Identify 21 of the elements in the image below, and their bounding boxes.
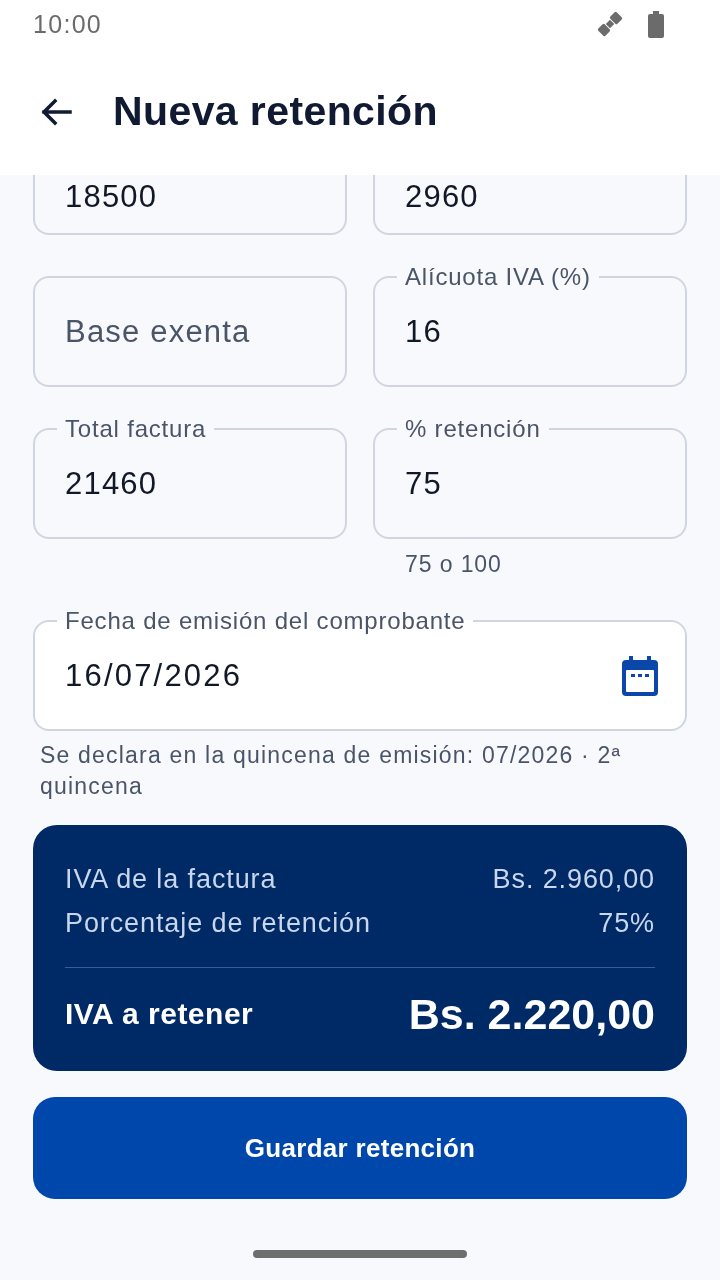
helper-text: Se declara en la quincena de emisión: 07/2026 · 2ª quincena bbox=[39, 741, 623, 801]
satellite-icon bbox=[596, 10, 624, 38]
helper-text: 75 o 100 bbox=[404, 551, 502, 577]
summary-value: Bs. 2.960,00 bbox=[492, 863, 655, 896]
summary-label: IVA de la factura bbox=[65, 863, 277, 896]
text-field[interactable]: 18500 bbox=[33, 175, 347, 235]
calendar-icon[interactable] bbox=[622, 656, 658, 696]
field-label: % retención bbox=[404, 416, 542, 442]
total-amount: Bs. 2.220,00 bbox=[408, 989, 655, 1039]
save-button[interactable]: Guardar retención bbox=[33, 1097, 687, 1199]
battery-icon bbox=[648, 10, 664, 38]
field-label: Fecha de emisión del comprobante bbox=[64, 608, 467, 634]
field-label: Total factura bbox=[64, 416, 208, 442]
field-label: Alícuota IVA (%) bbox=[404, 264, 592, 290]
summary-label: Porcentaje de retención bbox=[65, 907, 371, 940]
summary-value: 75% bbox=[598, 907, 655, 940]
back-arrow-icon[interactable] bbox=[40, 97, 72, 126]
total-label: IVA a retener bbox=[65, 997, 254, 1031]
page-title: Nueva retención bbox=[113, 88, 438, 135]
text-field[interactable]: 2960 bbox=[373, 175, 687, 235]
status-time: 10:00 bbox=[33, 9, 103, 39]
